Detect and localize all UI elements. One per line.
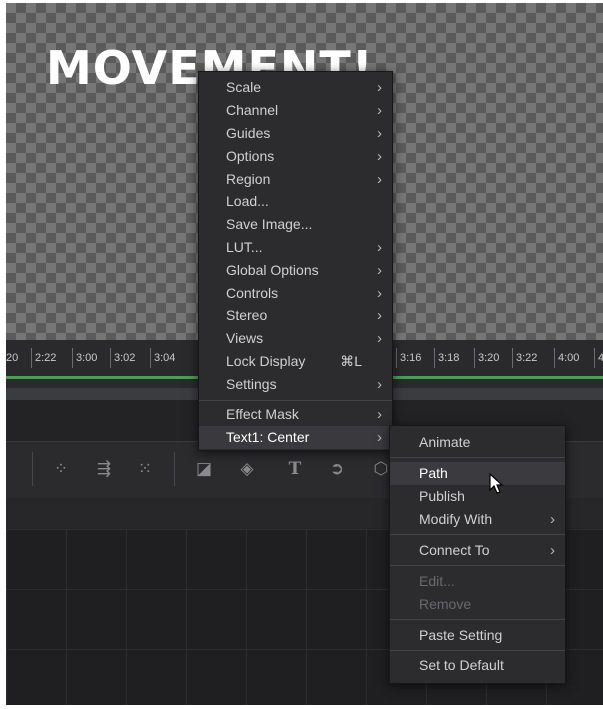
menu-item-label: Connect To [419, 542, 490, 558]
text1-center-submenu: Animate Path Publish Modify With › Connec… [389, 425, 566, 684]
submenu-item-animate[interactable]: Animate [390, 431, 565, 454]
menu-item-label: Modify With [419, 511, 493, 527]
menu-item-save-image[interactable]: Save Image... [199, 213, 392, 236]
menu-item-label: Region [226, 171, 271, 187]
shape-3d-icon[interactable]: ◪ [191, 456, 217, 482]
menu-item-label: Remove [419, 596, 472, 612]
chevron-right-icon: › [377, 125, 382, 142]
submenu-item-connect-to[interactable]: Connect To › [390, 539, 565, 562]
menu-item-label: LUT... [226, 239, 263, 255]
chevron-right-icon: › [550, 511, 555, 528]
submenu-item-remove[interactable]: Remove [390, 593, 565, 616]
timeline-tick: 3:20 [474, 348, 499, 368]
menu-item-global-options[interactable]: Global Options › [199, 259, 392, 282]
menu-item-label: Views [226, 330, 264, 346]
camera-3d-icon[interactable]: ➲ [324, 456, 350, 482]
menu-item-label: Guides [226, 125, 271, 141]
menu-item-scale[interactable]: Scale › [199, 76, 392, 99]
menu-item-label: Lock Display [226, 353, 306, 369]
chevron-right-icon: › [377, 239, 382, 256]
chevron-right-icon: › [377, 330, 382, 347]
menu-item-label: Options [226, 148, 275, 164]
timeline-tick: 4:00 [554, 348, 579, 368]
toolbar-divider [174, 452, 175, 486]
menu-item-shortcut: ⌘L [340, 353, 362, 369]
menu-item-lock-display[interactable]: Lock Display ⌘L [199, 350, 392, 373]
chevron-right-icon: › [377, 79, 382, 96]
menu-item-label: Channel [226, 102, 279, 118]
particle-render-icon[interactable]: ⇶ [91, 456, 117, 482]
submenu-item-edit[interactable]: Edit... [390, 570, 565, 593]
submenu-item-path[interactable]: Path [390, 462, 565, 485]
timeline-tick: 3:02 [110, 348, 135, 368]
menu-item-channel[interactable]: Channel › [199, 99, 392, 122]
menu-separator [390, 650, 565, 651]
menu-separator [199, 400, 392, 401]
menu-item-label: Global Options [226, 262, 319, 278]
timeline-tick: 4 [594, 348, 603, 368]
menu-item-options[interactable]: Options › [199, 145, 392, 168]
chevron-right-icon: › [377, 429, 382, 446]
submenu-item-modify-with[interactable]: Modify With › [390, 508, 565, 531]
particle-emitter-icon[interactable]: ⁘ [48, 456, 74, 482]
menu-item-views[interactable]: Views › [199, 327, 392, 350]
submenu-item-publish[interactable]: Publish [390, 485, 565, 508]
menu-separator [390, 457, 565, 458]
mouse-pointer-icon [489, 473, 504, 494]
menu-separator [390, 534, 565, 535]
timeline-tick: 2:22 [31, 348, 56, 368]
menu-item-load[interactable]: Load... [199, 190, 392, 213]
menu-item-label: Set to Default [419, 657, 504, 673]
particle-pixel-icon[interactable]: ⁙ [132, 456, 158, 482]
viewer-context-menu: Scale › Channel › Guides › Options › Region ›… [198, 71, 393, 451]
menu-item-label: Controls [226, 285, 279, 301]
chevron-right-icon: › [377, 262, 382, 279]
submenu-item-paste-setting[interactable]: Paste Setting [390, 624, 565, 647]
menu-item-effect-mask[interactable]: Effect Mask › [199, 403, 392, 426]
menu-item-label: Load... [226, 193, 269, 209]
menu-separator [390, 565, 565, 566]
menu-item-text1-center[interactable]: Text1: Center › [199, 426, 392, 449]
chevron-right-icon: › [377, 406, 382, 423]
menu-item-label: Effect Mask [226, 406, 299, 422]
menu-item-stereo[interactable]: Stereo › [199, 304, 392, 327]
timeline-tick: 3:22 [512, 348, 537, 368]
menu-item-label: Paste Setting [419, 627, 503, 643]
chevron-right-icon: › [550, 542, 555, 559]
menu-item-label: Path [419, 465, 448, 481]
menu-item-label: Stereo [226, 307, 268, 323]
timeline-tick: 20 [6, 348, 18, 368]
merge-3d-icon[interactable]: ◈ [234, 456, 260, 482]
text-3d-icon[interactable]: T [282, 456, 308, 482]
menu-item-label: Edit... [419, 573, 455, 589]
chevron-right-icon: › [377, 148, 382, 165]
chevron-right-icon: › [377, 307, 382, 324]
menu-item-lut[interactable]: LUT... › [199, 236, 392, 259]
timeline-tick: 3:16 [396, 348, 421, 368]
submenu-item-set-to-default[interactable]: Set to Default [390, 654, 565, 677]
chevron-right-icon: › [377, 171, 382, 188]
menu-separator [390, 619, 565, 620]
menu-item-label: Scale [226, 79, 262, 95]
menu-item-label: Publish [419, 488, 465, 504]
menu-item-settings[interactable]: Settings › [199, 373, 392, 396]
chevron-right-icon: › [377, 376, 382, 393]
timeline-tick: 3:00 [72, 348, 97, 368]
chevron-right-icon: › [377, 285, 382, 302]
menu-item-guides[interactable]: Guides › [199, 122, 392, 145]
menu-item-label: Save Image... [226, 216, 313, 232]
chevron-right-icon: › [377, 102, 382, 119]
timeline-tick: 3:18 [434, 348, 459, 368]
menu-item-region[interactable]: Region › [199, 168, 392, 191]
toolbar-divider [32, 452, 33, 486]
menu-item-label: Text1: Center [226, 429, 310, 445]
timeline-tick: 3:04 [150, 348, 175, 368]
menu-item-label: Animate [419, 434, 471, 450]
menu-item-label: Settings [226, 376, 277, 392]
menu-item-controls[interactable]: Controls › [199, 282, 392, 305]
